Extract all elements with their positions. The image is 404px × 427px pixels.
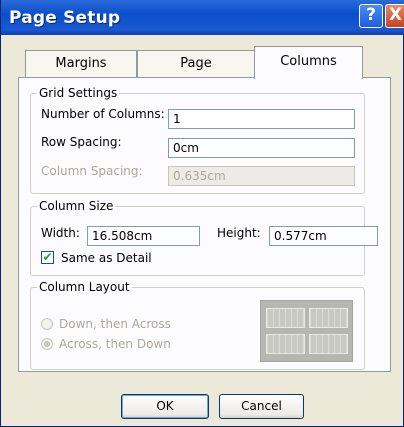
num-columns-input[interactable]: 1	[168, 109, 355, 129]
tab-columns[interactable]: Columns	[254, 46, 363, 79]
column-spacing-input: 0.635cm	[168, 166, 355, 186]
cancel-button[interactable]: Cancel	[219, 394, 304, 419]
preview-cell	[309, 334, 348, 354]
same-as-detail-label[interactable]: Same as Detail	[61, 251, 152, 265]
tab-page[interactable]: Page	[137, 50, 255, 78]
height-label: Height:	[217, 226, 261, 240]
preview-cell	[309, 308, 348, 328]
help-icon[interactable]: ?	[359, 4, 383, 28]
row-spacing-label: Row Spacing:	[41, 135, 122, 149]
page-setup-dialog: Page Setup ? X Margins Page Columns Grid…	[0, 0, 404, 427]
down-then-across-label: Down, then Across	[59, 317, 171, 331]
column-layout-legend: Column Layout	[39, 280, 130, 294]
across-then-down-label: Across, then Down	[59, 337, 171, 351]
ok-button[interactable]: OK	[121, 394, 209, 419]
same-as-detail-checkbox[interactable]: ✔	[41, 251, 54, 264]
title-bar[interactable]: Page Setup ? X	[1, 0, 404, 35]
tab-margins[interactable]: Margins	[25, 50, 137, 78]
width-label: Width:	[41, 226, 80, 240]
height-input[interactable]: 0.577cm	[269, 226, 378, 246]
preview-cell	[266, 334, 305, 354]
grid-settings-legend: Grid Settings	[39, 86, 118, 100]
radio-across-then-down	[41, 338, 53, 350]
column-layout-preview-icon	[260, 300, 353, 362]
radio-down-then-across	[41, 318, 53, 330]
column-size-legend: Column Size	[39, 199, 114, 213]
preview-cell	[266, 308, 305, 328]
column-spacing-label: Column Spacing:	[41, 164, 143, 178]
row-spacing-input[interactable]: 0cm	[168, 138, 355, 158]
close-icon[interactable]: X	[385, 4, 404, 28]
width-input[interactable]: 16.508cm	[87, 226, 200, 246]
num-columns-label: Number of Columns:	[41, 107, 165, 121]
window-title: Page Setup	[9, 8, 121, 28]
